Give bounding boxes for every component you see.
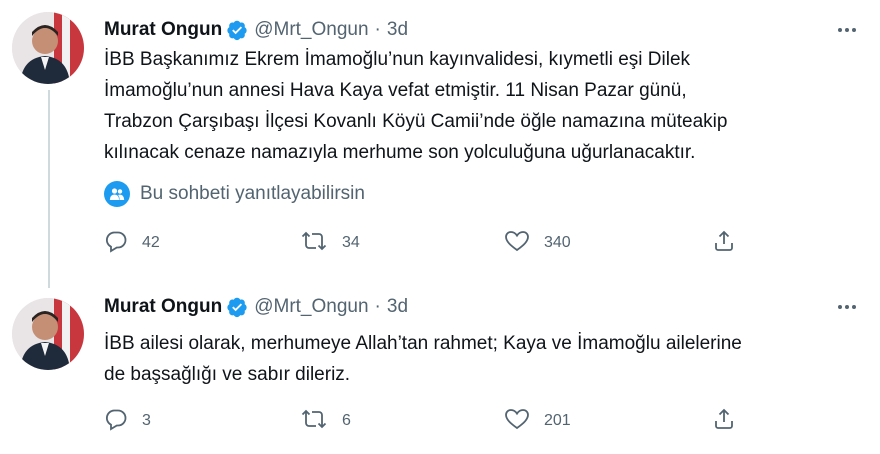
tweet-text-line: İBB Başkanımız Ekrem İmamoğlu’nun kayınv… — [104, 49, 691, 70]
more-dots-icon[interactable] — [836, 19, 858, 41]
like-button[interactable]: 340 — [504, 228, 571, 258]
author-name[interactable]: Murat Ongun — [104, 19, 222, 41]
reply-count: 42 — [142, 234, 160, 251]
verified-badge-icon — [226, 19, 248, 41]
tweet-header: Murat Ongun @Mrt_Ongun · 3d — [104, 17, 408, 43]
retweet-icon — [300, 229, 328, 258]
tweet-text-line: de başsağlığı ve sabır dileriz. — [104, 364, 351, 385]
avatar[interactable] — [12, 12, 84, 84]
share-upload-icon — [712, 407, 736, 436]
author-handle[interactable]: @Mrt_Ongun — [254, 296, 368, 318]
tweet-text: İBB ailesi olarak, merhumeye Allah’tan r… — [104, 328, 844, 390]
retweet-icon — [300, 407, 328, 436]
avatar[interactable] — [12, 298, 84, 370]
retweet-count: 34 — [342, 234, 360, 251]
tweet-actions: 3 6 201 — [104, 406, 754, 436]
tweet-header: Murat Ongun @Mrt_Ongun · 3d — [104, 294, 408, 320]
separator-dot: · — [374, 19, 381, 40]
reply-count: 3 — [142, 412, 151, 429]
tweet[interactable]: Murat Ongun @Mrt_Ongun · 3d İBB Başkanım… — [0, 0, 880, 284]
timestamp[interactable]: 3d — [387, 19, 408, 41]
more-dots-icon[interactable] — [836, 296, 858, 318]
verified-badge-icon — [226, 296, 248, 318]
author-name[interactable]: Murat Ongun — [104, 296, 222, 318]
tweet-text-line: kılınacak cenaze namazıyla merhume son y… — [104, 142, 696, 163]
reply-bubble-icon — [104, 229, 128, 258]
tweet-text-line: İBB ailesi olarak, merhumeye Allah’tan r… — [104, 333, 742, 354]
reply-bubble-icon — [104, 407, 128, 436]
share-button[interactable] — [712, 406, 736, 436]
people-icon — [104, 181, 130, 207]
tweet-actions: 42 34 340 — [104, 228, 754, 258]
reply-note-text: Bu sohbeti yanıtlayabilirsin — [140, 183, 365, 204]
timestamp[interactable]: 3d — [387, 296, 408, 318]
share-button[interactable] — [712, 228, 736, 258]
heart-icon — [504, 229, 530, 258]
tweet-text: İBB Başkanımız Ekrem İmamoğlu’nun kayınv… — [104, 44, 844, 168]
reply-button[interactable]: 42 — [104, 228, 160, 258]
retweet-count: 6 — [342, 412, 351, 429]
tweet-text-line: İmamoğlu’nun annesi Hava Kaya vefat etmi… — [104, 80, 687, 101]
like-count: 201 — [544, 412, 571, 429]
heart-icon — [504, 407, 530, 436]
retweet-button[interactable]: 34 — [300, 228, 360, 258]
tweet-text-line: Trabzon Çarşıbaşı İlçesi Kovanlı Köyü Ca… — [104, 111, 728, 132]
like-button[interactable]: 201 — [504, 406, 571, 436]
author-handle[interactable]: @Mrt_Ongun — [254, 19, 368, 41]
share-upload-icon — [712, 229, 736, 258]
retweet-button[interactable]: 6 — [300, 406, 351, 436]
reply-button[interactable]: 3 — [104, 406, 151, 436]
tweet[interactable]: Murat Ongun @Mrt_Ongun · 3d İBB ailesi o… — [0, 284, 880, 454]
like-count: 340 — [544, 234, 571, 251]
conversation-restriction-note: Bu sohbeti yanıtlayabilirsin — [104, 180, 365, 208]
separator-dot: · — [374, 296, 381, 317]
